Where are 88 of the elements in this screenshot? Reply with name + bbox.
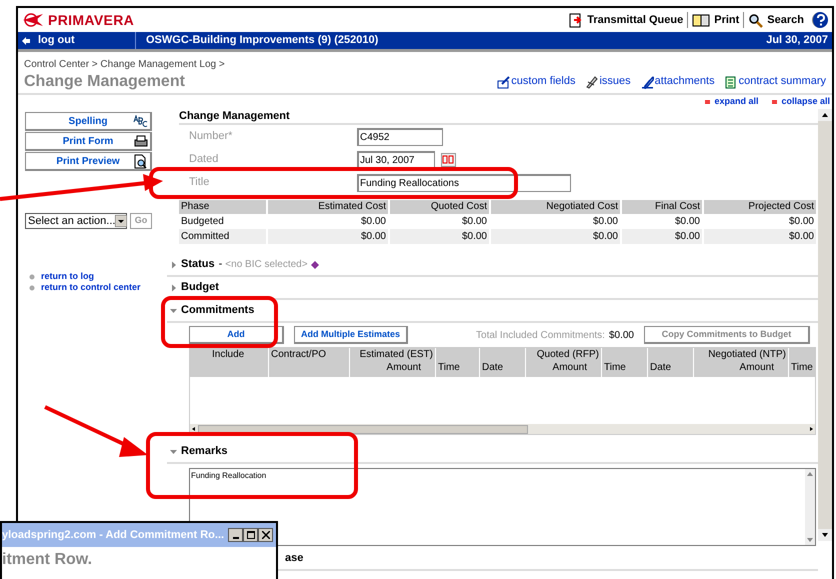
column-header: Date (482, 361, 504, 374)
column-header: Time (438, 361, 461, 374)
side-link[interactable]: return to control center (41, 282, 141, 293)
side-button[interactable]: Spelling (25, 112, 152, 131)
printer-icon (133, 134, 148, 148)
feather-icon (585, 76, 598, 89)
back-arrow-icon (22, 36, 30, 44)
column-header: Negotiated (NTP) (708, 348, 786, 361)
expand-link[interactable]: expand all (705, 94, 758, 108)
toolbar-link[interactable]: contract summary (724, 72, 826, 89)
commitment-button[interactable]: Add Multiple Estimates (294, 326, 408, 344)
input-field[interactable]: C4952 (357, 128, 443, 146)
help-icon (816, 14, 826, 26)
maximize-button[interactable] (243, 528, 258, 542)
header-link[interactable]: Print (687, 12, 744, 28)
field-label: Title (188, 175, 210, 190)
table-cell: $0.00 (267, 229, 389, 244)
bullet-icon (29, 284, 35, 290)
column-header: Estimated Cost (267, 200, 389, 214)
column-header: Negotiated Cost (490, 200, 621, 214)
section-title: Budget (181, 280, 219, 296)
side-link[interactable]: return to log (41, 271, 94, 282)
table-cell: $0.00 (389, 229, 490, 244)
column-header: Time (791, 361, 814, 374)
side-button[interactable]: Print Form (25, 132, 152, 151)
maximize-icon (246, 531, 254, 539)
total-label: Total Included Commitments: (476, 328, 605, 342)
table-cell: $0.00 (490, 229, 621, 244)
column-header: Date (650, 361, 672, 374)
bullet-icon (29, 274, 35, 280)
column-header: Contract/PO (271, 348, 328, 361)
close-icon (262, 531, 270, 539)
side-button[interactable]: Print Preview (25, 152, 152, 171)
logo-icon (22, 12, 44, 28)
table-cell: Committed (179, 229, 267, 244)
toolbar-link[interactable]: attachments (640, 72, 715, 89)
scroll-right-icon (807, 424, 815, 434)
close-button[interactable] (258, 528, 273, 542)
calendar-icon (441, 152, 456, 166)
copy-button[interactable]: Copy Commitments to Budget (644, 326, 810, 344)
header-link[interactable]: Transmittal Queue (564, 12, 688, 28)
column-header: Phase (179, 200, 267, 214)
logo-text: PRIMAVERA (48, 10, 134, 30)
field-label: Dated (188, 152, 220, 168)
popup-heading: itment Row. (2, 550, 94, 570)
column-header: Amount (386, 361, 421, 374)
minimize-button[interactable] (228, 528, 243, 542)
minimize-icon (232, 537, 238, 539)
abc-icon (133, 115, 148, 127)
header-link[interactable]: Search (743, 12, 808, 28)
input-field[interactable]: Jul 30, 2007 (357, 150, 435, 168)
column-header: Amount (740, 361, 774, 374)
column-header: Include (212, 348, 246, 361)
section-title: Change Management (179, 109, 818, 125)
column-header: Quoted (RFP) (536, 348, 599, 361)
column-header: Amount (552, 361, 587, 374)
help-button[interactable] (812, 12, 828, 28)
table-cell: $0.00 (621, 229, 703, 244)
section-title: Commitments (181, 303, 254, 318)
column-header: Quoted Cost (389, 200, 490, 214)
diamond-icon (310, 260, 319, 268)
status-dash: - (218, 257, 222, 272)
section-title: Remarks (181, 444, 228, 460)
toolbar-link[interactable]: issues (585, 72, 631, 89)
action-select[interactable]: Select an action... (25, 213, 127, 229)
pen-icon (640, 76, 654, 89)
section-title: Status (181, 257, 215, 272)
section-title: ase (285, 551, 304, 566)
column-header: Projected Cost (703, 200, 817, 214)
dropdown-arrow-icon (115, 215, 128, 227)
breadcrumb: Control Center > Change Management Log > (24, 58, 225, 72)
search-icon (748, 12, 764, 28)
input-field[interactable]: Funding Reallocations (357, 174, 571, 192)
magnifier-document-icon (133, 154, 148, 168)
expand-link[interactable]: collapse all (772, 94, 830, 108)
total-value: $0.00 (608, 328, 634, 342)
toolbar-link[interactable]: custom fields (497, 72, 576, 89)
page-title: Change Management (24, 72, 186, 92)
field-label: Number* (188, 129, 234, 144)
column-header: Final Cost (621, 200, 703, 214)
horizontal-scrollbar[interactable] (190, 424, 815, 434)
status-note: <no BIC selected> (225, 258, 308, 272)
column-header: Time (604, 361, 627, 374)
commitment-button[interactable]: Add (189, 326, 284, 344)
column-header: Estimated (EST) (360, 348, 433, 361)
vertical-scrollbar[interactable] (818, 109, 832, 541)
nav-date: Jul 30, 2007 (766, 33, 829, 48)
project-name: OSWGC-Building Improvements (9) (252010) (145, 33, 380, 48)
